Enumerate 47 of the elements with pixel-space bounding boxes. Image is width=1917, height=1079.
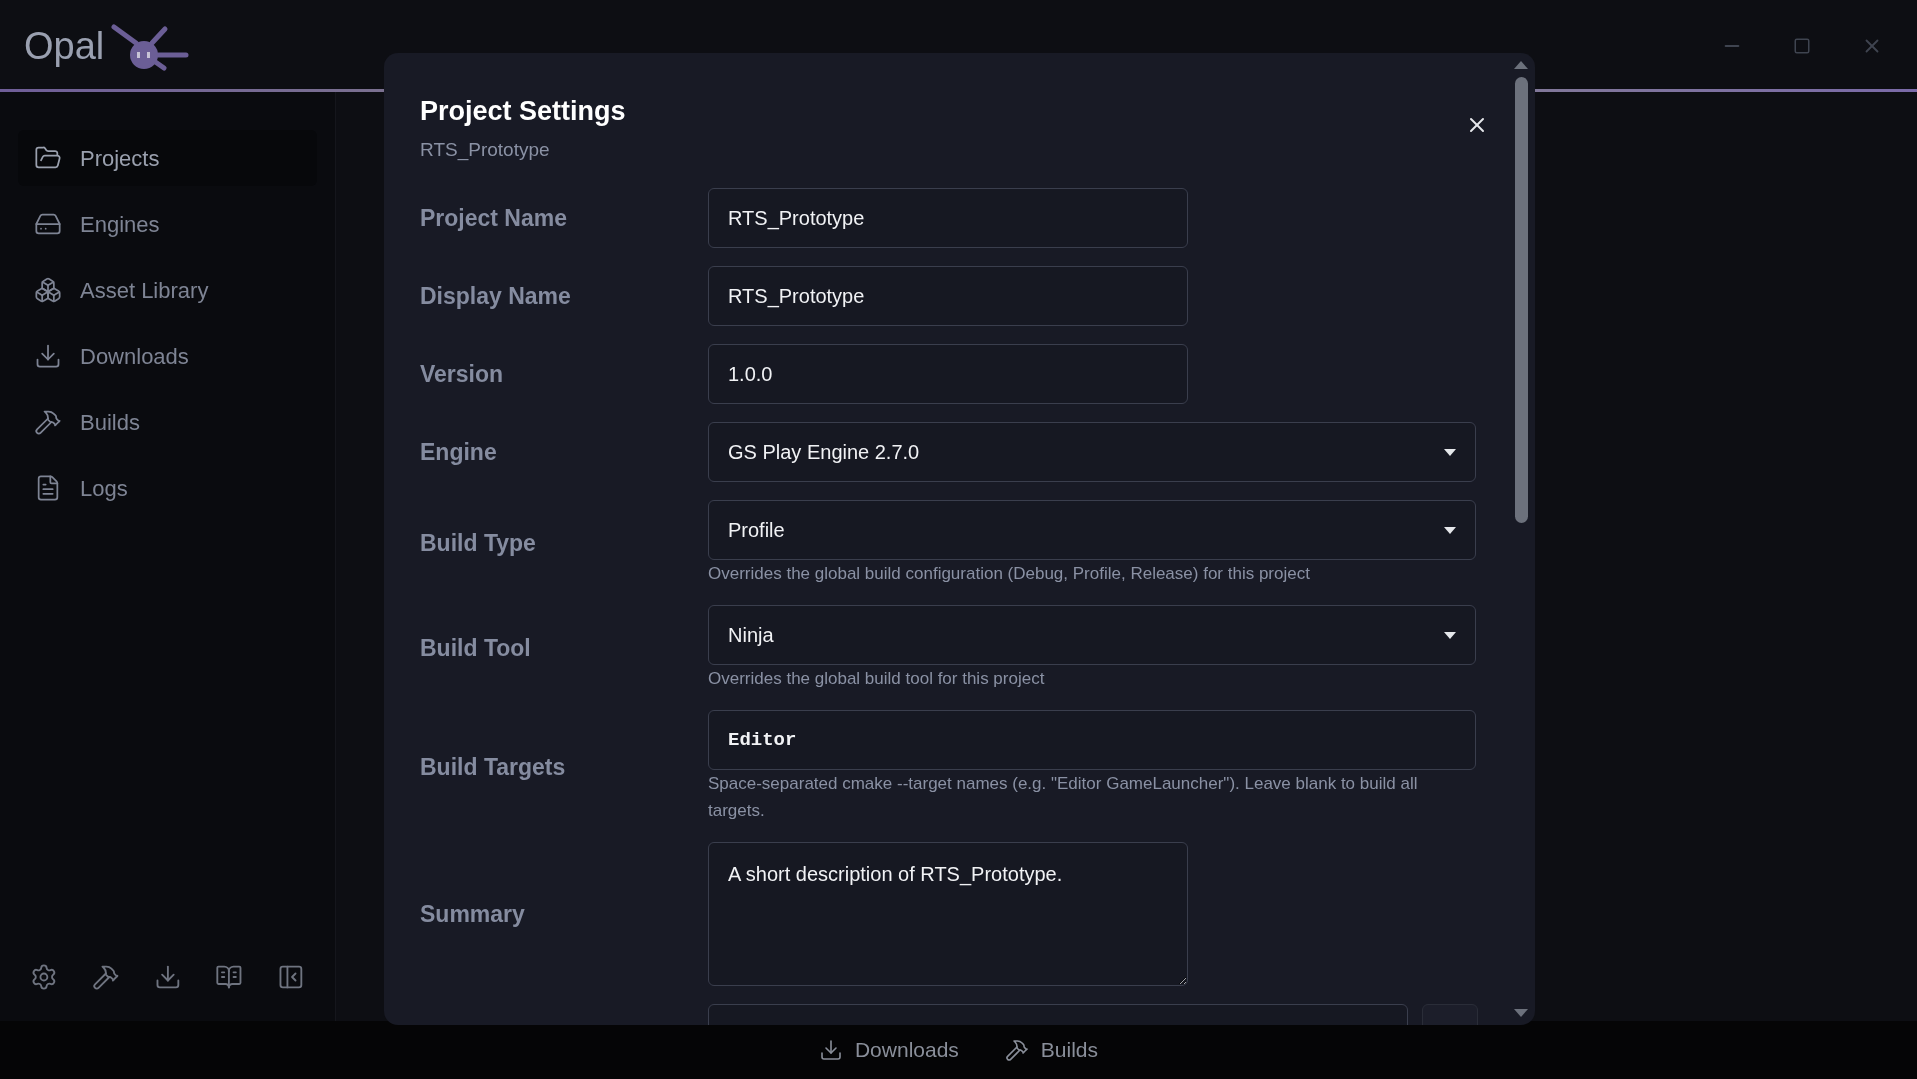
dialog-subtitle: RTS_Prototype	[420, 137, 551, 163]
bottom-bar-button[interactable]: Builds	[1004, 1034, 1099, 1066]
scroll-up-icon[interactable]	[1514, 61, 1528, 69]
field-label: Summary	[420, 899, 526, 929]
hammer-icon	[34, 408, 62, 436]
boxes-icon	[34, 276, 62, 304]
field-hint: Space-separated cmake --target names (e.g. "Editor GameLauncher"). Leave blank to build all targets.	[708, 773, 1419, 822]
text-field[interactable]: 1.0.0	[708, 344, 1188, 404]
dropdown[interactable]: Profile	[708, 500, 1476, 560]
dropdown[interactable]: Ninja	[708, 605, 1476, 665]
download-icon	[818, 1038, 843, 1062]
sidebar-item[interactable]: Engines	[18, 196, 317, 252]
hammer-icon	[1004, 1038, 1029, 1062]
text-area[interactable]: A short description of RTS_Prototype.	[708, 842, 1188, 986]
sidebar-item[interactable]: Builds	[18, 394, 317, 450]
field-label: Version	[420, 359, 505, 389]
dialog-title: Project Settings	[420, 95, 626, 128]
field-label: Build Tool	[420, 634, 532, 664]
book-icon[interactable]	[215, 963, 244, 991]
field-label: Project Name	[420, 203, 568, 233]
settings-icon[interactable]	[30, 963, 58, 991]
caret-icon	[1444, 448, 1456, 456]
field-hint: Overrides the global build configuration (Debug, Profile, Release) for this project	[708, 563, 1311, 585]
field-hint: Overrides the global build tool for this project	[708, 668, 1046, 690]
sidebar-item[interactable]: Projects	[18, 130, 317, 186]
field-label: Build Targets	[420, 752, 567, 782]
caret-icon	[1444, 631, 1456, 639]
app-name: Opal	[24, 23, 105, 69]
field-label: Display Name	[420, 281, 572, 311]
caret-icon	[1444, 526, 1456, 534]
sidebar-item[interactable]: Downloads	[18, 328, 317, 384]
sidebar-item[interactable]: Logs	[18, 460, 317, 516]
field-label: Build Type	[420, 529, 537, 559]
scroll-down-icon[interactable]	[1514, 1009, 1528, 1017]
maximize-icon[interactable]	[1793, 37, 1811, 55]
dropdown[interactable]: GS Play Engine 2.7.0	[708, 422, 1476, 482]
collapse-sidebar-icon[interactable]	[277, 963, 305, 991]
text-field[interactable]: RTS_Prototype	[708, 188, 1188, 248]
scroll-thumb[interactable]	[1514, 77, 1528, 523]
text-field[interactable]: Editor	[708, 710, 1476, 770]
sidebar-item[interactable]: Asset Library	[18, 262, 317, 318]
text-field[interactable]: RTS_Prototype	[708, 266, 1188, 326]
hammer-icon[interactable]	[91, 963, 120, 991]
bottom-bar-button[interactable]: Downloads	[818, 1034, 959, 1066]
logo-icon	[110, 21, 191, 71]
download-icon	[34, 342, 62, 370]
field-label: Engine	[420, 437, 498, 467]
